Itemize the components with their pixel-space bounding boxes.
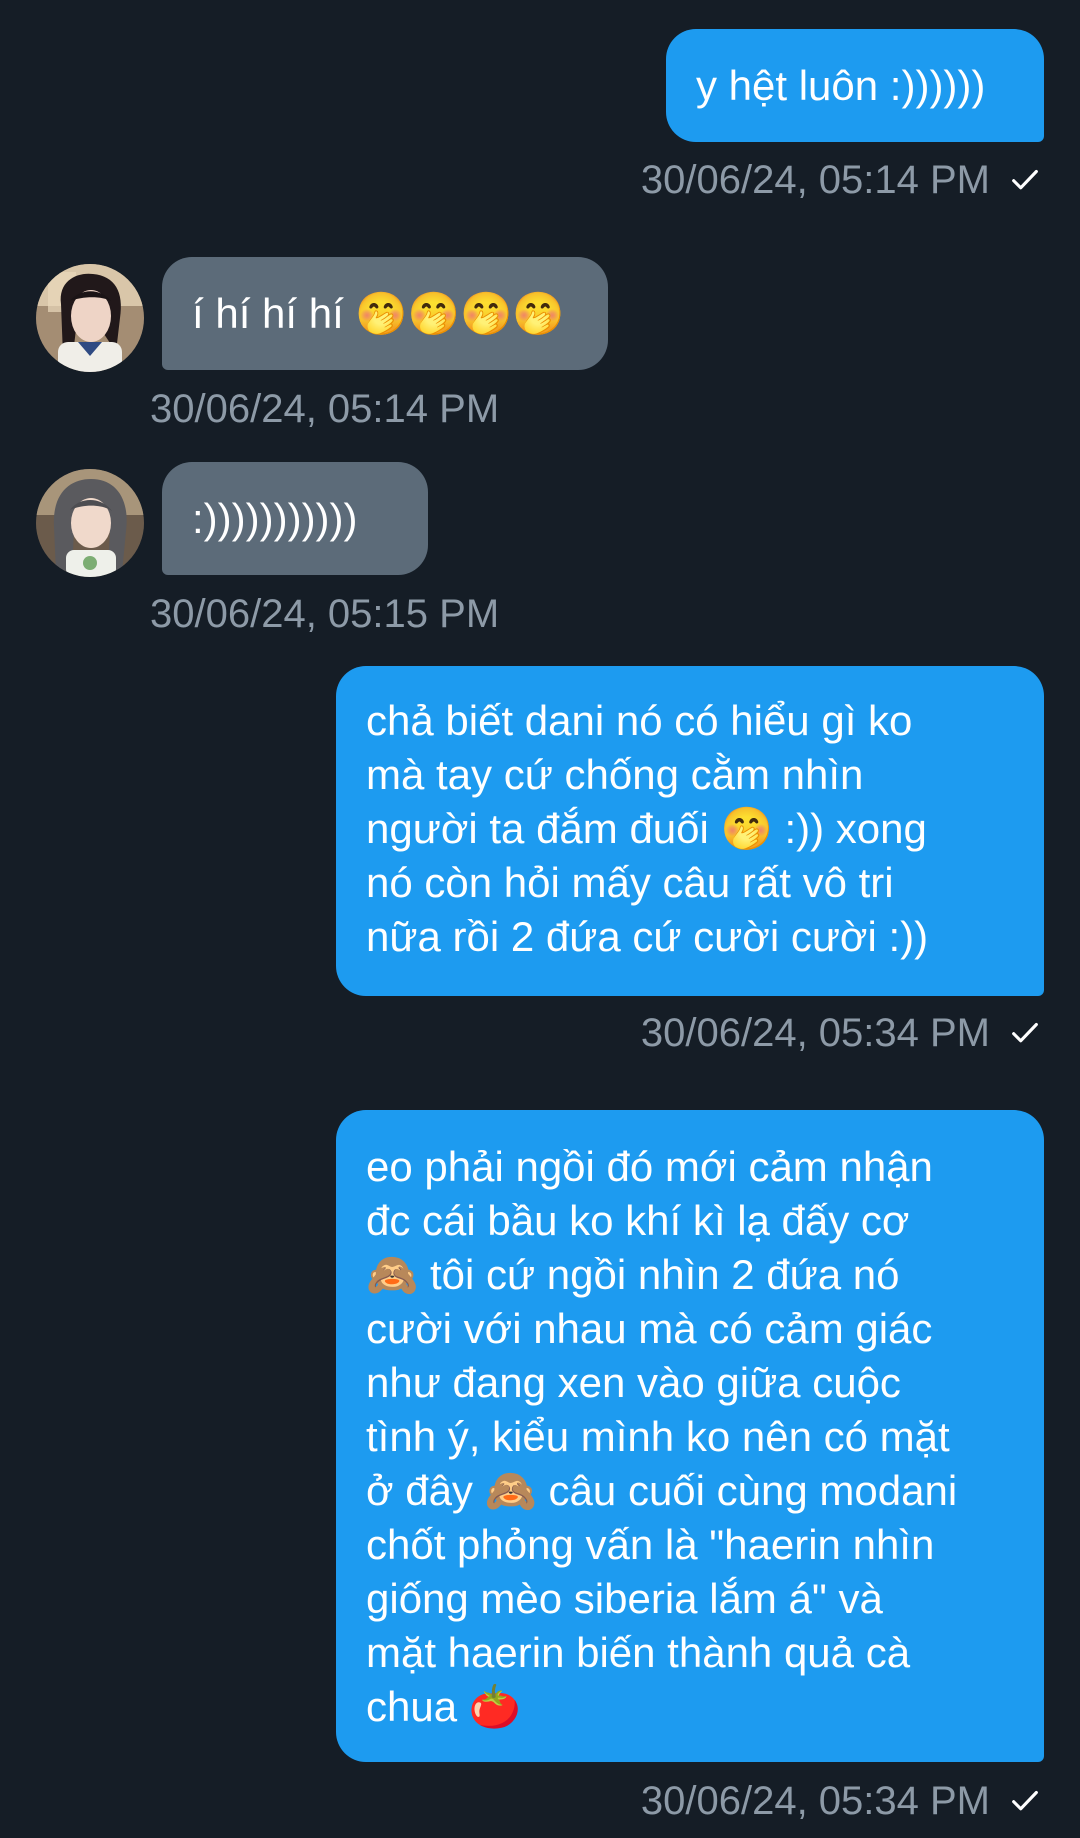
message-bubble-sent-3[interactable]: eo phải ngồi đó mới cảm nhận đc cái bầu … — [336, 1110, 1044, 1762]
message-meta-sent-3: 30/06/24, 05:34 PM — [641, 1777, 1042, 1825]
message-bubble-received-1[interactable]: í hí hí hí 🤭🤭🤭🤭 — [162, 257, 608, 370]
message-bubble-sent-1[interactable]: y hệt luôn :)))))) — [666, 29, 1044, 142]
message-bubble-sent-2[interactable]: chả biết dani nó có hiểu gì ko mà tay cứ… — [336, 666, 1044, 996]
profile-avatar-image — [36, 469, 144, 577]
message-timestamp: 30/06/24, 05:34 PM — [640, 1011, 990, 1055]
message-timestamp: 30/06/24, 05:34 PM — [640, 1779, 990, 1823]
check-icon — [1012, 169, 1038, 190]
check-icon — [1012, 1022, 1038, 1043]
message-timestamp: 30/06/24, 05:14 PM — [150, 387, 500, 431]
message-timestamp: 30/06/24, 05:15 PM — [150, 592, 500, 636]
message-bubble-received-2[interactable]: :))))))))))) — [162, 462, 428, 575]
profile-avatar-image — [36, 264, 144, 372]
chat-screen: y hệt luôn :)))))) 30/06/24, 05:14 PM í … — [0, 0, 1080, 1838]
message-meta-sent-1: 30/06/24, 05:14 PM — [641, 156, 1042, 204]
message-meta-sent-2: 30/06/24, 05:34 PM — [641, 1009, 1042, 1057]
profile-avatar[interactable] — [36, 469, 144, 577]
check-icon — [1012, 1790, 1038, 1811]
message-timestamp: 30/06/24, 05:14 PM — [640, 158, 990, 202]
profile-avatar[interactable] — [36, 264, 144, 372]
